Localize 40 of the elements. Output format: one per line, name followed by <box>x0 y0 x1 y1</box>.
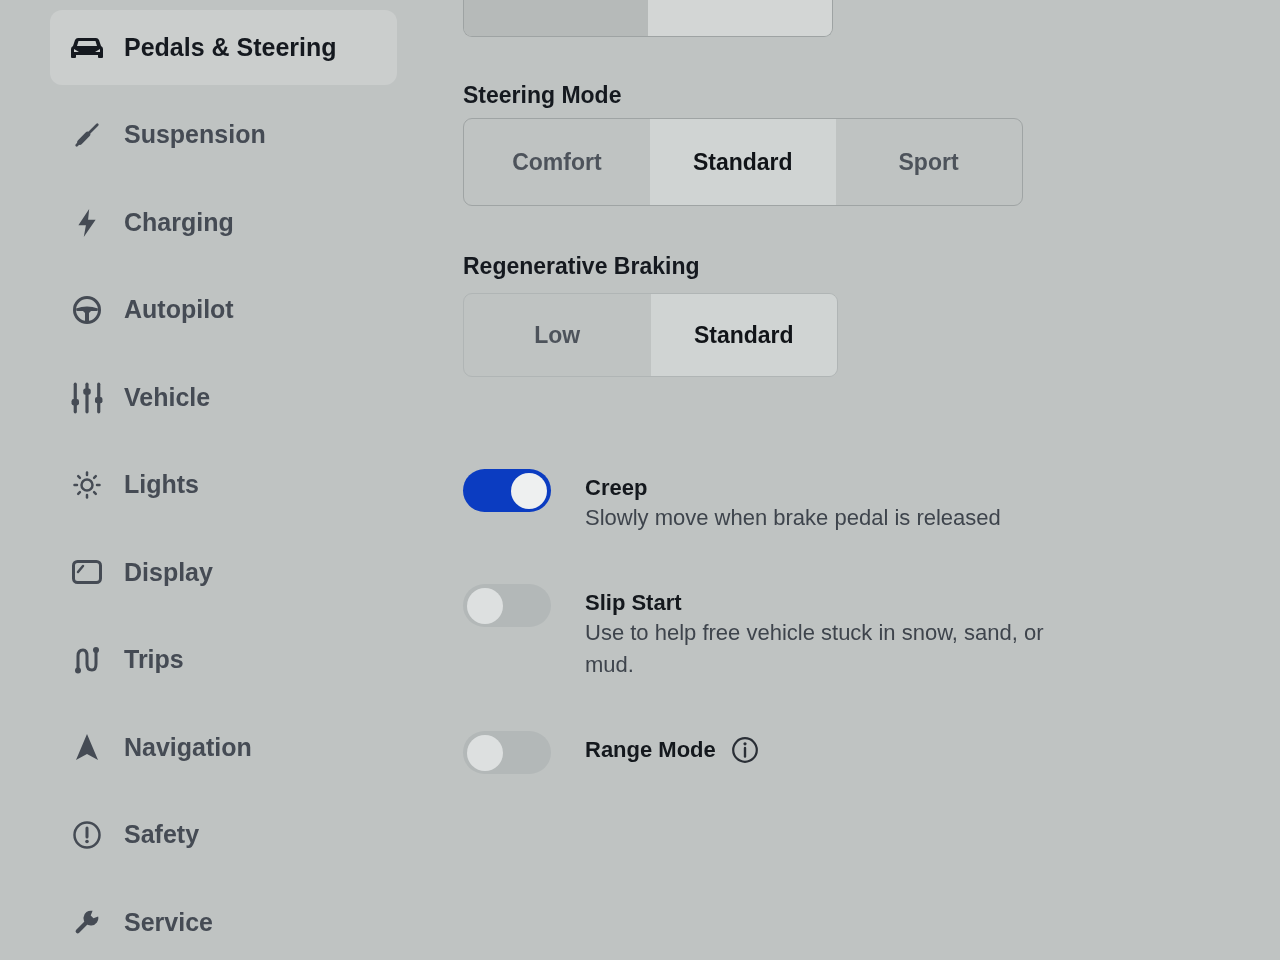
segment-option[interactable]: Comfort <box>464 119 650 205</box>
sun-icon <box>73 471 101 499</box>
sidebar-item[interactable]: Service <box>50 884 397 960</box>
steering-wheel-icon <box>73 296 101 325</box>
route-icon <box>73 645 101 674</box>
segment-option[interactable]: Sport <box>835 119 1022 205</box>
sidebar-item[interactable]: Safety <box>50 797 397 873</box>
car-icon <box>71 37 103 58</box>
sidebar-item[interactable]: Lights <box>50 447 397 523</box>
setting-title: Range Mode <box>585 736 716 764</box>
setting-title: Slip Start <box>585 589 682 617</box>
sliders-icon <box>71 381 103 414</box>
setting-description: Slowly move when brake pedal is released <box>585 504 1002 532</box>
setting-description: Use to help free vehicle stuck in snow, sand, or mud. <box>585 619 1045 679</box>
shock-absorber-icon <box>74 122 100 149</box>
mode-segment[interactable] <box>464 0 648 36</box>
navigation-arrow-icon <box>76 734 98 761</box>
alert-icon <box>73 820 101 849</box>
sidebar-item[interactable]: Pedals & Steering <box>50 10 397 86</box>
toggle-switch[interactable] <box>463 731 551 774</box>
lightning-bolt-icon <box>78 208 96 237</box>
mode-segment[interactable] <box>648 0 832 36</box>
setting-title: Creep <box>585 474 648 502</box>
toggle-switch[interactable] <box>463 584 551 627</box>
screen-icon <box>72 560 102 585</box>
toggle-switch[interactable] <box>463 469 551 512</box>
sidebar-item[interactable]: Display <box>50 534 397 611</box>
sidebar-item[interactable]: Navigation <box>50 709 397 786</box>
sidebar-item[interactable]: Suspension <box>50 97 397 173</box>
segment-option[interactable]: Standard <box>649 119 836 205</box>
segment-option[interactable]: Low <box>464 294 651 376</box>
section-title: Regenerative Braking <box>463 253 701 279</box>
sidebar-item[interactable]: Charging <box>50 184 397 261</box>
info-icon[interactable] <box>731 737 758 763</box>
wrench-icon <box>74 909 100 936</box>
sidebar-item[interactable]: Vehicle <box>50 359 397 436</box>
sidebar-item[interactable]: Trips <box>50 622 397 698</box>
sidebar-item[interactable]: Autopilot <box>50 272 397 348</box>
segment-option[interactable]: Standard <box>650 294 837 376</box>
section-title: Steering Mode <box>463 82 623 108</box>
